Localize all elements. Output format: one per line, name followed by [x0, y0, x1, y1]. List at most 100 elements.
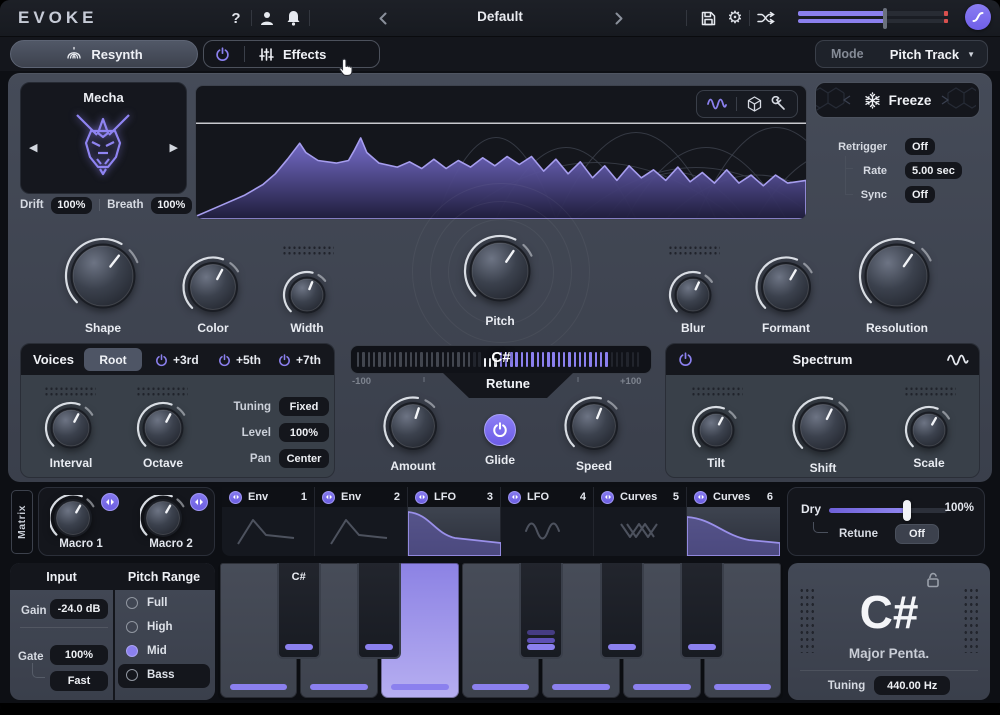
glide-toggle[interactable]: Glide [481, 411, 519, 449]
scale-name[interactable]: Major Penta. [788, 646, 990, 661]
interval-label: Interval [24, 456, 118, 470]
macro2-knob[interactable] [140, 495, 186, 541]
radio-unselected[interactable] [126, 597, 138, 609]
mod-slot-env-1[interactable]: Env1 [222, 487, 315, 556]
color-knob[interactable]: Color [180, 254, 246, 320]
octave-knob[interactable]: Octave [136, 401, 190, 455]
mod-source-icon[interactable] [322, 491, 335, 504]
scale-knob[interactable]: Scale [904, 405, 954, 455]
evoke-logo: EVOKE [18, 8, 98, 28]
mod-source-icon[interactable] [229, 491, 242, 504]
mod-slot-lfo-3[interactable]: LFO3 [408, 487, 501, 556]
keyboard[interactable]: C# [218, 563, 783, 700]
voice-tab-3rd[interactable]: +3rd [155, 353, 199, 367]
bell-icon[interactable] [283, 7, 303, 29]
freeze-retrigger-value[interactable]: Off [905, 138, 935, 155]
interval-knob[interactable]: Interval [44, 401, 98, 455]
breath-value[interactable]: 100% [151, 197, 192, 214]
macro2-label: Macro 2 [136, 538, 206, 550]
save-icon[interactable] [697, 7, 719, 29]
mecha-robot-icon [71, 109, 135, 181]
preset-name[interactable]: Default [440, 9, 560, 24]
macro2-mod-button[interactable] [190, 493, 208, 511]
mod-source-icon[interactable] [601, 491, 614, 504]
retune-meter[interactable]: C# [350, 345, 652, 374]
wrench-icon[interactable] [771, 96, 787, 112]
preset-prev-button[interactable] [376, 7, 390, 29]
resolution-knob[interactable]: Resolution [853, 232, 941, 320]
macro1-mod-button[interactable] [101, 493, 119, 511]
blur-knob[interactable]: Blur [668, 270, 718, 320]
key-range-bar [230, 684, 288, 690]
pitch-range-mid[interactable]: Mid [126, 645, 167, 657]
freeze-button[interactable]: Freeze [815, 82, 980, 118]
mod-slot-curves-5[interactable]: Curves5 [594, 487, 687, 556]
dry-slider-handle[interactable] [903, 500, 911, 521]
waveform-view-icon[interactable] [707, 96, 727, 112]
pitch-range-high[interactable]: High [126, 621, 173, 633]
black-key-Fs[interactable] [519, 563, 563, 659]
freeze-rate-value[interactable]: 5.00 sec [905, 162, 962, 179]
slot-number: 2 [394, 491, 400, 503]
pitch-knob[interactable]: Pitch [458, 229, 542, 313]
tuning-value[interactable]: Fixed [279, 397, 329, 416]
cube-3d-icon[interactable] [747, 96, 762, 112]
effects-tab[interactable]: Effects [203, 40, 380, 68]
mod-slot-curves-6[interactable]: Curves6 [687, 487, 780, 556]
tuning-value[interactable]: 440.00 Hz [874, 676, 950, 695]
evoke-plugin-window: EVOKE ? Default ⚙ [0, 0, 1000, 715]
mod-slot-lfo-4[interactable]: LFO4 [501, 487, 594, 556]
drift-value[interactable]: 100% [51, 197, 92, 214]
voice-tab-7th[interactable]: +7th [278, 353, 321, 367]
gear-icon[interactable]: ⚙ [724, 7, 746, 29]
scale-root-note[interactable]: C# [788, 585, 990, 639]
help-icon[interactable]: ? [228, 7, 244, 29]
radio-unselected[interactable] [126, 621, 138, 633]
preset-next-arrow[interactable]: ▶ [170, 141, 178, 154]
glide-power-button[interactable] [484, 414, 516, 446]
dry-slider[interactable] [829, 508, 947, 513]
mode-dropdown[interactable]: Mode Pitch Track ▼ [815, 40, 988, 68]
user-icon[interactable] [257, 7, 277, 29]
gain-value[interactable]: -24.0 dB [50, 599, 108, 619]
meter-gain-handle[interactable] [883, 8, 887, 29]
resynth-tab[interactable]: Resynth [10, 40, 198, 68]
connector-line [845, 194, 853, 196]
formant-knob[interactable]: Formant [753, 254, 819, 320]
level-value[interactable]: 100% [279, 423, 329, 442]
preset-prev-arrow[interactable]: ◀ [29, 141, 37, 154]
tilt-knob[interactable]: Tilt [691, 405, 741, 455]
shape-knob[interactable]: Shape [59, 232, 147, 320]
macro1-knob[interactable] [50, 495, 96, 541]
mod-source-icon[interactable] [508, 491, 521, 504]
black-key-As[interactable] [680, 563, 724, 659]
shuffle-icon[interactable] [754, 7, 778, 29]
voice-tab-root[interactable]: Root [84, 348, 142, 371]
waveform-icon[interactable] [947, 352, 969, 367]
width-knob[interactable]: Width [282, 270, 332, 320]
matrix-retune-value[interactable]: Off [895, 524, 939, 544]
black-key-Ds[interactable] [357, 563, 401, 659]
radio-unselected[interactable] [126, 669, 138, 681]
soft-clip-button[interactable] [965, 4, 991, 30]
radio-selected[interactable] [126, 645, 138, 657]
black-key-Cs[interactable]: C# [277, 563, 321, 659]
preset-next-button[interactable] [612, 7, 626, 29]
gate-value[interactable]: 100% [50, 645, 108, 665]
output-level-meter[interactable] [798, 10, 948, 26]
gate-speed-value[interactable]: Fast [50, 671, 108, 691]
voice-tab-5th[interactable]: +5th [218, 353, 261, 367]
freeze-sync-value[interactable]: Off [905, 186, 935, 203]
shift-knob[interactable]: Shift [790, 394, 856, 460]
voices-tuning-row: TuningFixed [209, 397, 335, 416]
mod-source-icon[interactable] [415, 491, 428, 504]
retune-amount-knob[interactable]: Amount [381, 394, 445, 458]
black-key-Gs[interactable] [600, 563, 644, 659]
mod-source-icon[interactable] [694, 491, 707, 504]
mod-slot-env-2[interactable]: Env2 [315, 487, 408, 556]
retune-speed-knob[interactable]: Speed [562, 394, 626, 458]
pan-value[interactable]: Center [279, 449, 329, 468]
pitch-range-bass[interactable]: Bass [126, 669, 175, 681]
power-icon[interactable] [215, 47, 230, 62]
pitch-range-full[interactable]: Full [126, 597, 167, 609]
